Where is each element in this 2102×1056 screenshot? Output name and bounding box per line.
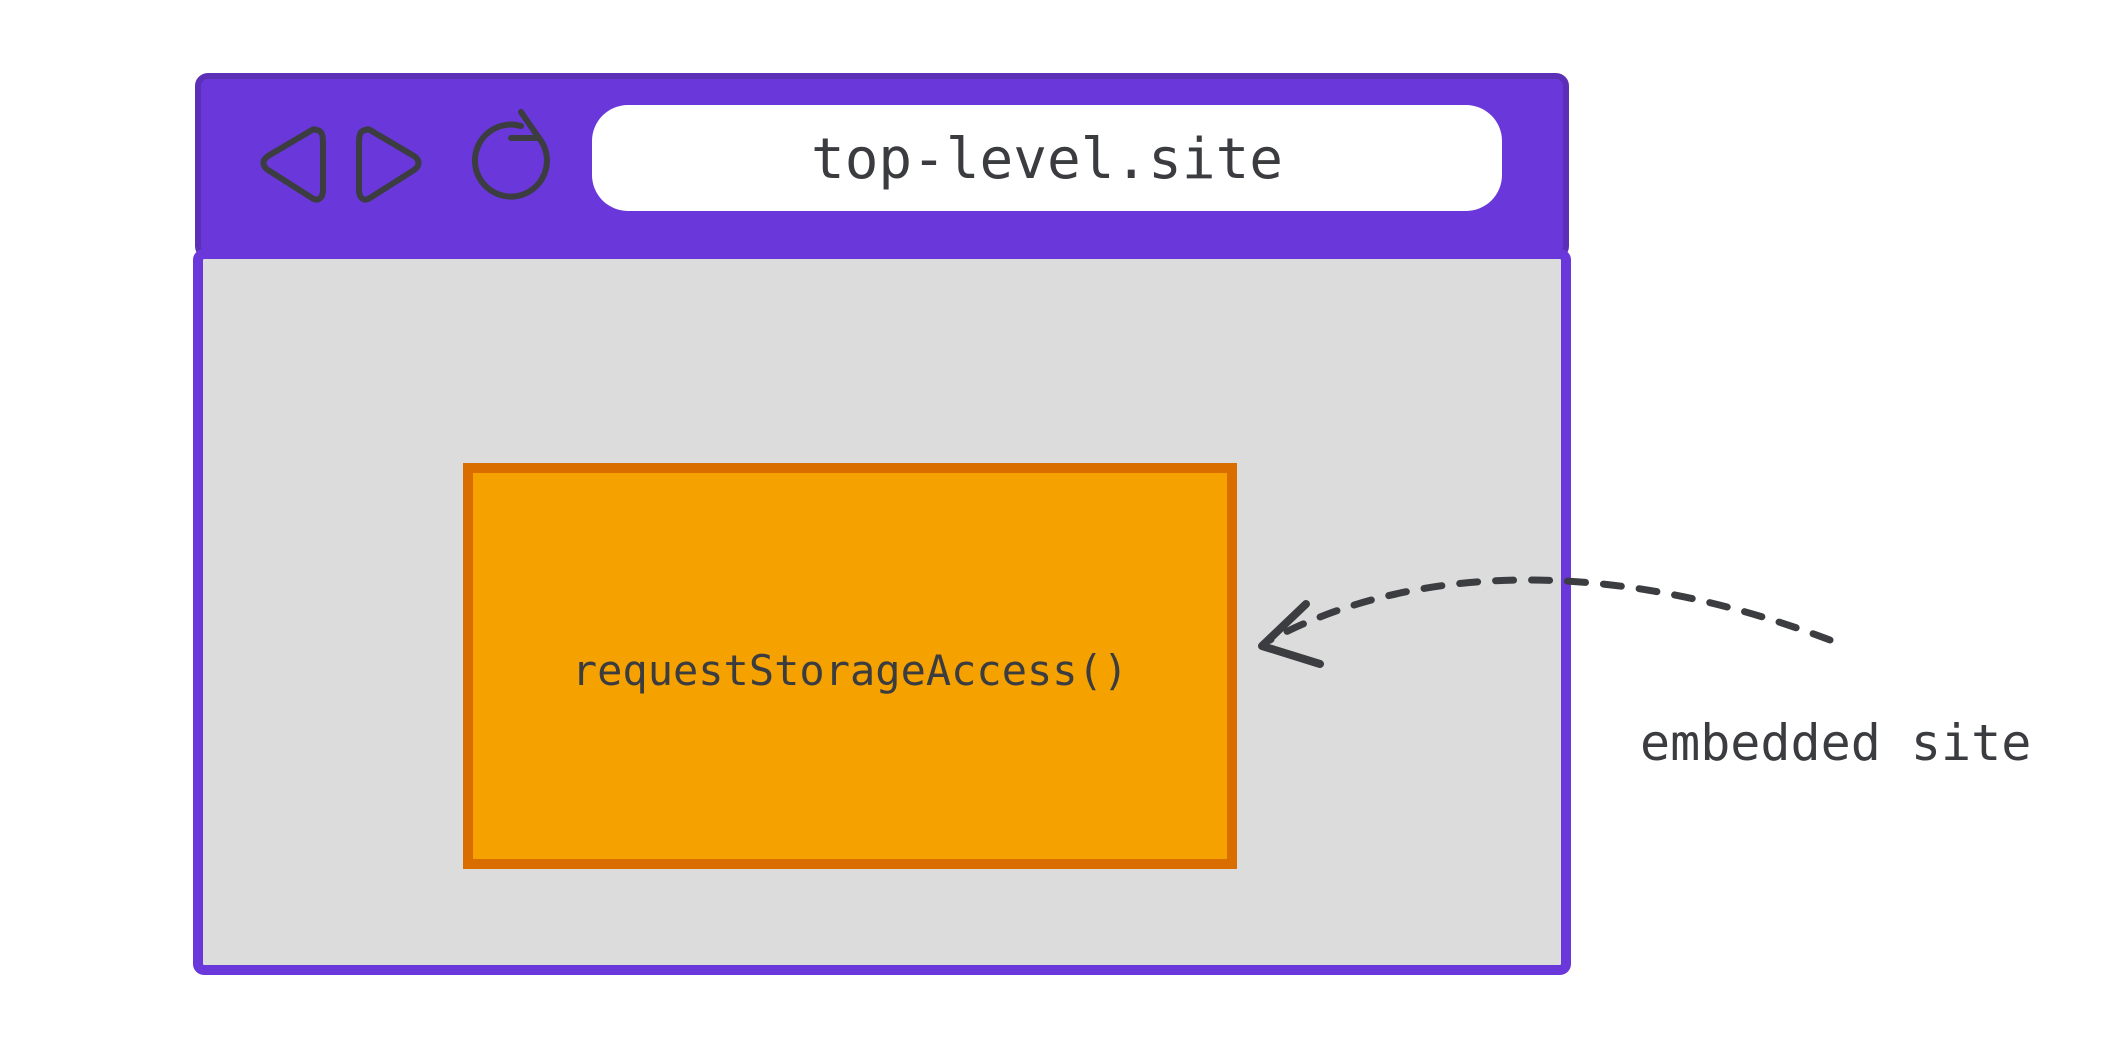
annotation-label: embedded site xyxy=(1640,714,2031,772)
address-bar[interactable]: top-level.site xyxy=(592,105,1502,211)
address-bar-url: top-level.site xyxy=(811,127,1283,192)
embedded-site-frame: requestStorageAccess() xyxy=(468,468,1232,864)
embedded-frame-code: requestStorageAccess() xyxy=(572,646,1128,695)
